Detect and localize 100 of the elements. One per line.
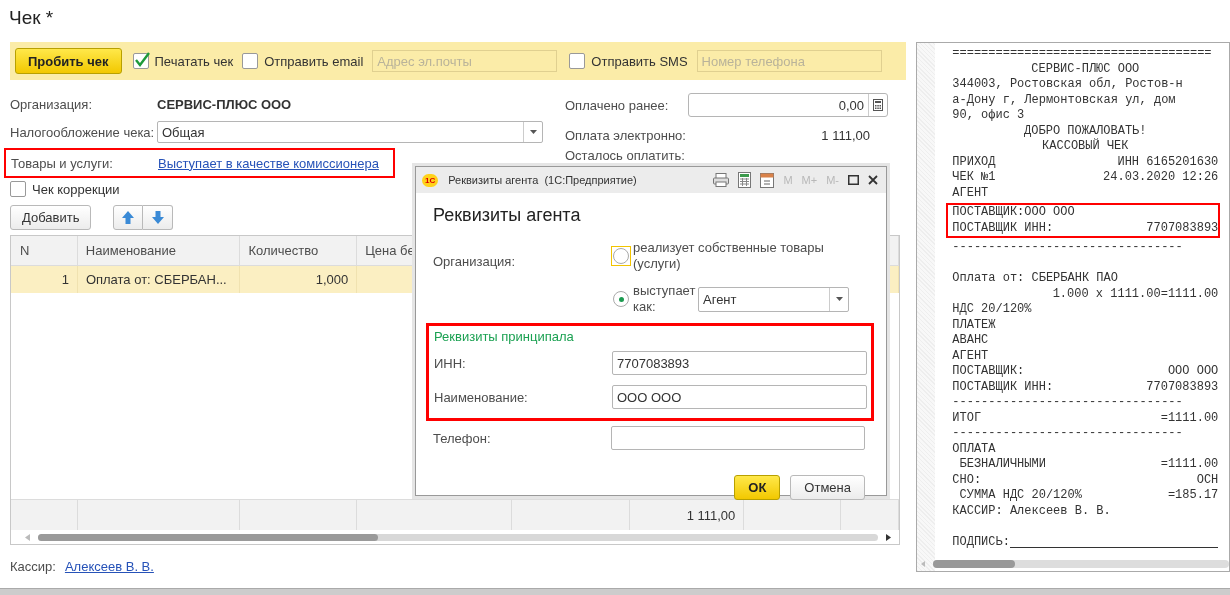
- table-cell: Оплата от: СБЕРБАН...: [85, 272, 227, 287]
- receipt-line: АВАНС: [952, 333, 989, 347]
- arrow-up-icon: [122, 211, 135, 224]
- commissioner-link[interactable]: Выступает в качестве комиссионера: [158, 155, 379, 171]
- receipt-line: ====================================: [952, 46, 1212, 60]
- dropdown-caret-icon: [835, 297, 843, 301]
- agent-type-select[interactable]: Агент: [698, 286, 849, 312]
- field-label: ИНН:: [434, 355, 467, 371]
- cashier-link[interactable]: Алексеев В. В.: [64, 559, 154, 574]
- receipt-value: ООО ООО: [1167, 364, 1219, 380]
- receipt-value: =185.17: [1167, 488, 1219, 504]
- move-up-button[interactable]: [113, 205, 144, 230]
- table-cell: 1: [61, 272, 69, 287]
- receipt-line: ПОСТАВЩИК ИНН:: [952, 220, 1054, 236]
- receipt-line: ПЛАТЕЖ: [952, 317, 996, 332]
- field-label: Организация:: [433, 254, 517, 271]
- receipt-line: АГЕНТ: [952, 185, 989, 200]
- field-label: Организация:: [10, 96, 94, 112]
- maximize-icon[interactable]: [848, 175, 859, 185]
- receipt-line: ПОСТАВЩИК:ООО ООО: [952, 205, 1075, 219]
- dropdown-caret-icon: [529, 130, 537, 134]
- receipt-line: ПОДПИСЬ:: [952, 534, 1010, 550]
- receipt-line: КАССОВЫЙ ЧЕК: [1042, 139, 1129, 153]
- taxation-select[interactable]: Общая: [157, 121, 543, 143]
- field-label: Кассир:: [10, 559, 56, 574]
- receipt-line: СЕРВИС-ПЛЮС ООО: [1031, 61, 1140, 76]
- receipt-line: ПОСТАВЩИК ИНН:: [952, 379, 1054, 395]
- app-logo: 1С: [422, 173, 439, 187]
- scrollbar-thumb[interactable]: [38, 533, 378, 541]
- dialog-title: Реквизиты агента (1С:Предприятие): [448, 174, 637, 186]
- radio-label: реализует собственные товары (услуги): [633, 240, 825, 272]
- input-field[interactable]: Номер телефона: [696, 50, 882, 72]
- scroll-left-icon: [921, 561, 926, 567]
- print-receipt-button[interactable]: Пробить чек: [15, 48, 122, 74]
- receipt-line: КАССИР: Алексеев В. В.: [952, 503, 1111, 518]
- amount-field[interactable]: 0,00: [688, 93, 888, 117]
- receipt-value: 7707083893: [1146, 220, 1219, 236]
- receipt-value: ИНН 6165201630: [1117, 154, 1219, 170]
- input-field[interactable]: 7707083893: [612, 351, 867, 375]
- receipt-value: 1.000 x 1111.00=1111.00: [1052, 286, 1219, 302]
- scrollbar-thumb[interactable]: [933, 560, 1016, 568]
- checkbox[interactable]: [132, 53, 149, 69]
- checkbox[interactable]: [10, 181, 26, 197]
- field-label: Осталось оплатить:: [565, 148, 686, 163]
- receipt-line: СУММА НДС 20/120%: [958, 488, 1082, 504]
- column-header[interactable]: Наименование: [77, 236, 241, 266]
- input-field[interactable]: Адрес эл.почты: [372, 50, 558, 72]
- receipt-line: --------------------------------: [952, 426, 1183, 440]
- calculator-icon: [873, 99, 883, 111]
- receipt-line: ЧЕК №1: [952, 170, 996, 186]
- receipt-line: а-Дону г, Лермонтовская ул, дом: [952, 92, 1176, 107]
- receipt-line: --------------------------------: [952, 240, 1183, 254]
- receipt-value: =1111.00: [1160, 457, 1219, 473]
- ok-button[interactable]: ОК: [734, 475, 781, 500]
- field-label: Товары и услуги:: [11, 155, 114, 171]
- receipt-line: НДС 20/120%: [952, 302, 1032, 316]
- checkbox[interactable]: [569, 53, 586, 69]
- field-label: Оплачено ранее:: [565, 97, 670, 113]
- calendar-icon[interactable]: [760, 172, 775, 188]
- receipt-value: =1111.00: [1160, 410, 1219, 426]
- receipt-value: ОСН: [1196, 472, 1219, 488]
- amount-value: 1 111,00: [821, 127, 870, 143]
- arrow-down-icon: [151, 211, 164, 224]
- receipt-value: 7707083893: [1146, 379, 1219, 395]
- field-label: Телефон:: [433, 430, 492, 446]
- add-button[interactable]: Добавить: [10, 205, 92, 230]
- receipt-line: --------------------------------: [952, 395, 1183, 409]
- radio-button[interactable]: [613, 291, 629, 307]
- receipt-line: ПОСТАВЩИК:: [952, 364, 1025, 380]
- receipt-line: Оплата от: СБЕРБАНК ПАО: [952, 271, 1118, 285]
- move-down-button[interactable]: [143, 205, 174, 230]
- cancel-button[interactable]: Отмена: [790, 475, 865, 500]
- input-field[interactable]: [611, 426, 865, 450]
- field-label: Наименование:: [434, 389, 529, 405]
- close-icon[interactable]: [868, 175, 878, 185]
- receipt-line: 90, офис 3: [952, 108, 1025, 122]
- receipt-line: ДОБРО ПОЖАЛОВАТЬ!: [1024, 123, 1147, 138]
- calculator-icon[interactable]: [738, 172, 752, 188]
- checkbox[interactable]: [242, 53, 259, 69]
- organization-name: СЕРВИС-ПЛЮС ООО: [157, 96, 292, 112]
- receipt-line: АГЕНТ: [952, 348, 989, 363]
- checkbox-label: Отправить email: [264, 53, 364, 69]
- printer-icon[interactable]: [713, 173, 730, 187]
- receipt-line: СНО:: [952, 472, 982, 488]
- receipt-value: 24.03.2020 12:26: [1103, 170, 1219, 186]
- receipt-line: ОПЛАТА: [952, 441, 996, 456]
- checkbox-label: Печатать чек: [154, 53, 234, 69]
- field-label: Оплата электронно:: [565, 127, 687, 143]
- checkbox-label: Отправить SMS: [591, 53, 688, 69]
- column-header[interactable]: Количество: [240, 236, 358, 266]
- table-cell: 1,000: [315, 272, 349, 287]
- field-label: Налогообложение чека:: [10, 124, 156, 140]
- scroll-left-icon: [25, 533, 30, 541]
- checkbox-label: Чек коррекции: [32, 181, 120, 197]
- window-title: Чек *: [9, 7, 55, 30]
- receipt-line: ПРИХОД: [952, 154, 996, 170]
- scroll-right-icon: [886, 533, 891, 541]
- receipt-line: ИТОГ: [952, 410, 982, 426]
- input-field[interactable]: ООО ООО: [612, 385, 867, 409]
- column-header[interactable]: N: [11, 236, 78, 266]
